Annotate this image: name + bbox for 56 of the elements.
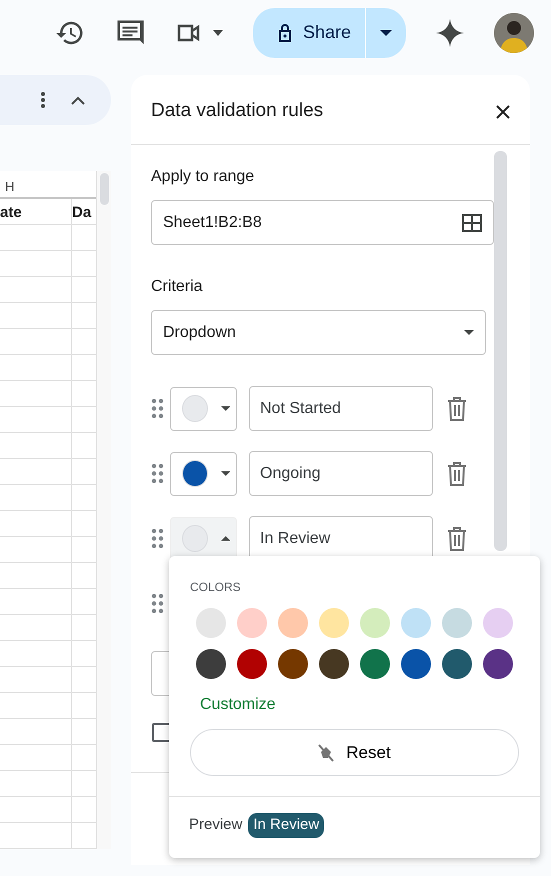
color-swatch[interactable] — [483, 608, 513, 638]
header-cell: ate — [0, 204, 22, 221]
range-label: Apply to range — [151, 167, 256, 187]
color-swatch[interactable] — [196, 608, 226, 638]
color-swatch[interactable] — [196, 649, 226, 679]
trash-icon[interactable] — [446, 462, 468, 486]
item-field[interactable]: Not Started — [249, 386, 433, 431]
criteria-dropdown[interactable]: Dropdown — [151, 310, 486, 355]
color-picker-button[interactable] — [170, 452, 237, 496]
scrollbar-thumb[interactable] — [100, 173, 109, 205]
drag-handle-icon[interactable] — [151, 399, 164, 418]
caret-icon — [380, 30, 392, 36]
caret-icon — [220, 406, 230, 411]
color-swatch[interactable] — [278, 649, 308, 679]
caret-icon — [464, 330, 474, 335]
reset-button[interactable]: Reset — [190, 729, 519, 776]
color-swatch[interactable] — [401, 608, 431, 638]
color-swatch[interactable] — [442, 649, 472, 679]
scrollbar-thumb[interactable] — [494, 151, 507, 551]
column-header[interactable]: H — [5, 179, 14, 194]
trash-icon[interactable] — [446, 526, 468, 550]
color-swatch[interactable] — [401, 649, 431, 679]
customize-link[interactable]: Customize — [169, 679, 276, 717]
color-swatch[interactable] — [360, 649, 390, 679]
no-fill-icon — [318, 744, 334, 762]
color-swatch[interactable] — [442, 608, 472, 638]
trash-icon[interactable] — [446, 396, 468, 420]
close-icon[interactable] — [496, 105, 510, 119]
share-button[interactable]: Share — [252, 8, 365, 58]
color-swatch[interactable] — [319, 649, 349, 679]
more-options-icon[interactable] — [41, 92, 45, 108]
caret-icon — [220, 471, 230, 476]
color-swatch[interactable] — [319, 608, 349, 638]
criteria-label: Criteria — [151, 277, 204, 297]
collapse-icon[interactable] — [71, 96, 85, 104]
item-field[interactable]: Ongoing — [249, 451, 433, 496]
colors-heading: COLORS — [189, 579, 242, 596]
grid-icon[interactable] — [462, 214, 482, 232]
caret-icon — [220, 536, 230, 541]
panel-title: Data validation rules — [151, 99, 324, 123]
preview-chip: In Review — [248, 813, 324, 838]
lock-icon — [276, 22, 293, 42]
color-swatch[interactable] — [237, 608, 267, 638]
color-swatch[interactable] — [483, 649, 513, 679]
header-cell: Da — [72, 204, 92, 221]
preview-label: Preview — [189, 815, 242, 835]
color-swatch[interactable] — [360, 608, 390, 638]
range-field[interactable]: Sheet1!B2:B8 — [151, 200, 494, 245]
color-swatch[interactable] — [237, 649, 267, 679]
drag-handle-icon[interactable] — [151, 529, 164, 548]
drag-handle-icon[interactable] — [151, 594, 164, 613]
avatar[interactable] — [494, 12, 534, 52]
color-picker-button[interactable] — [170, 386, 237, 430]
drag-handle-icon[interactable] — [151, 464, 164, 483]
sparkle-icon[interactable] — [436, 18, 464, 46]
color-swatch[interactable] — [278, 608, 308, 638]
